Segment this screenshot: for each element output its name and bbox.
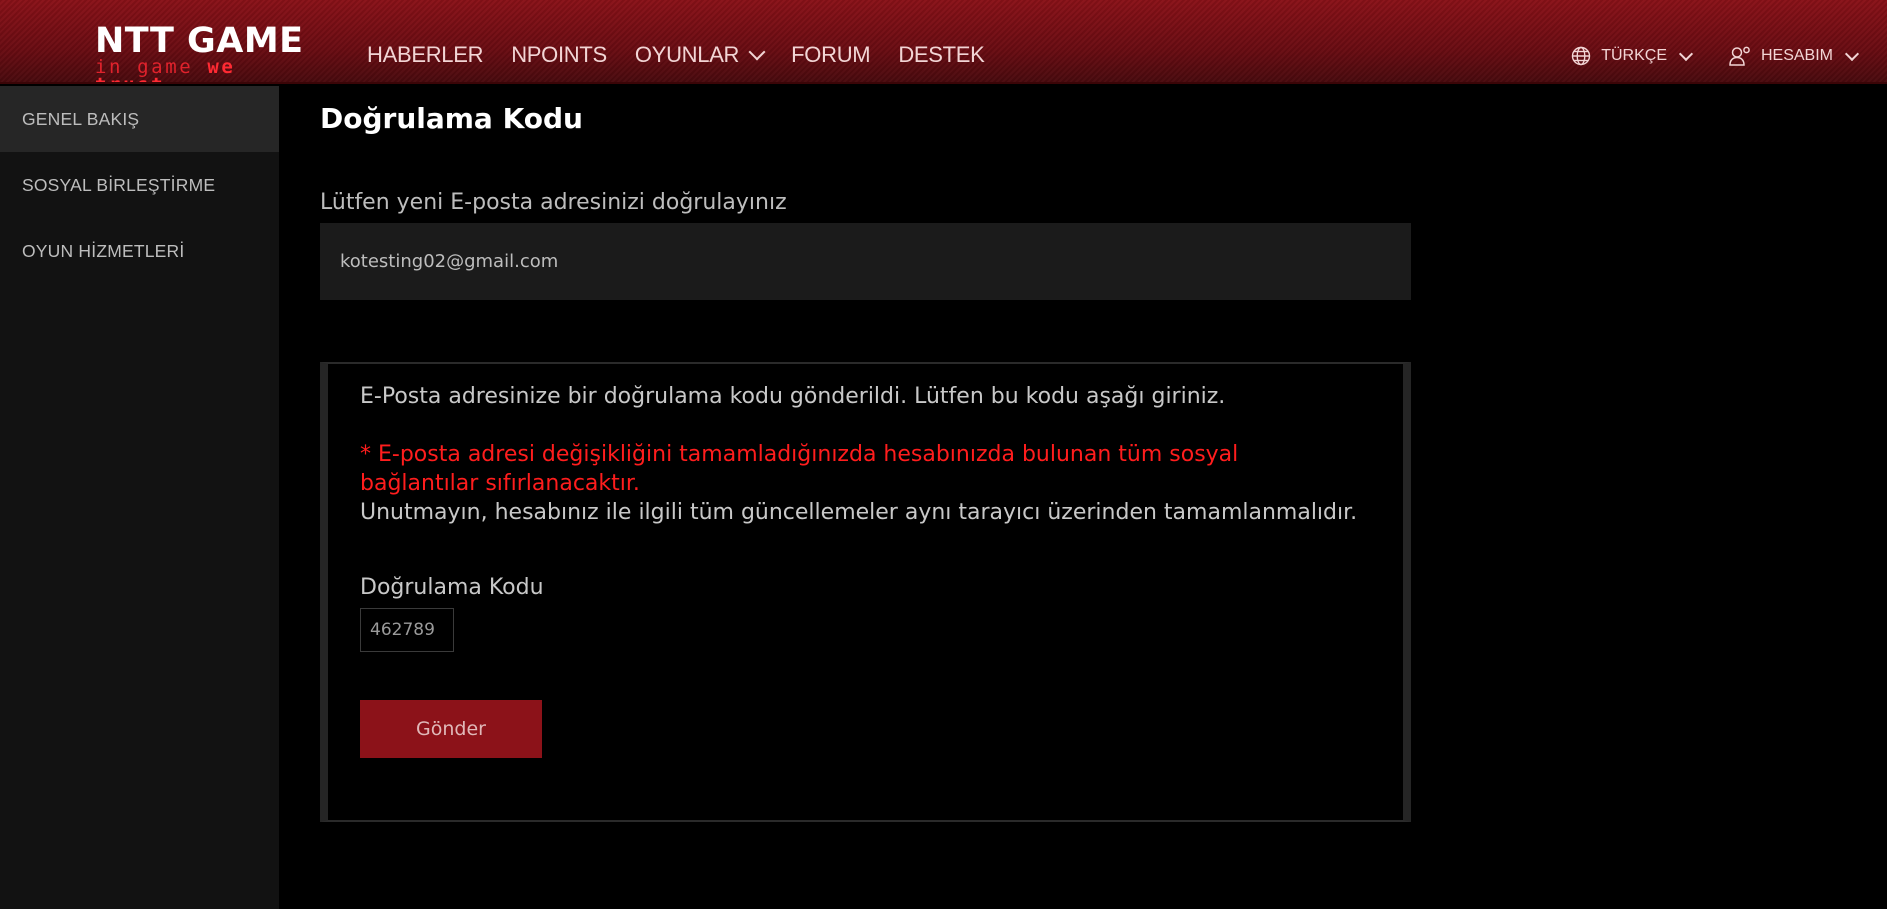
- globe-icon: [1572, 46, 1591, 66]
- account-sidebar: GENEL BAKIŞ SOSYAL BİRLEŞTİRME OYUN HİZM…: [0, 86, 279, 909]
- sidebar-item-sosyal-birlestirme[interactable]: SOSYAL BİRLEŞTİRME: [0, 152, 279, 218]
- sidebar-item-label: SOSYAL BİRLEŞTİRME: [22, 174, 216, 195]
- verification-code-input[interactable]: [360, 608, 454, 652]
- nav-label: OYUNLAR: [634, 42, 740, 67]
- panel-text: E-Posta adresinize bir doğrulama kodu gö…: [360, 382, 1360, 527]
- logo-text: NTT GAME: [95, 21, 304, 61]
- verification-code-label: Doğrulama Kodu: [360, 575, 544, 600]
- nav-haberler[interactable]: HABERLER: [367, 42, 484, 68]
- nav-forum[interactable]: FORUM: [791, 42, 870, 68]
- top-navigation-bar: NTT GAME in game we trust HABERLER NPOIN…: [0, 0, 1887, 84]
- warning-message: * E-posta adresi değişikliğini tamamladı…: [360, 442, 1239, 496]
- right-nav: TÜRKÇE HESABIM: [1533, 46, 1860, 66]
- info-message: E-Posta adresinize bir doğrulama kodu gö…: [360, 384, 1226, 409]
- sidebar-item-label: OYUN HİZMETLERİ: [22, 240, 185, 261]
- reminder-message: Unutmayın, hesabınız ile ilgili tüm günc…: [360, 500, 1358, 525]
- nav-oyunlar[interactable]: OYUNLAR: [634, 42, 766, 68]
- email-value: kotesting02@gmail.com: [340, 251, 559, 272]
- sidebar-item-oyun-hizmetleri[interactable]: OYUN HİZMETLERİ: [0, 218, 279, 284]
- verification-panel: E-Posta adresinize bir doğrulama kodu gö…: [320, 362, 1411, 822]
- main-nav: HABERLER NPOINTS OYUNLAR FORUM DESTEK: [367, 42, 1013, 68]
- logo-slogan: in game we trust: [95, 58, 315, 83]
- language-label: TÜRKÇE: [1601, 47, 1667, 64]
- page-title: Doğrulama Kodu: [320, 102, 583, 135]
- chevron-down-icon: [1844, 46, 1860, 61]
- nav-label: HABERLER: [367, 42, 484, 67]
- language-selector[interactable]: TÜRKÇE: [1571, 46, 1694, 66]
- ntt-game-logo[interactable]: NTT GAME in game we trust: [95, 21, 315, 82]
- nav-label: NPOINTS: [511, 42, 607, 67]
- nav-label: FORUM: [791, 42, 871, 67]
- nav-npoints[interactable]: NPOINTS: [511, 42, 607, 68]
- new-email-display: kotesting02@gmail.com: [320, 223, 1411, 300]
- sidebar-item-label: GENEL BAKIŞ: [22, 108, 140, 129]
- account-menu[interactable]: HESABIM: [1729, 46, 1860, 66]
- nav-destek[interactable]: DESTEK: [898, 42, 985, 68]
- user-settings-icon: [1729, 46, 1750, 66]
- account-label: HESABIM: [1760, 47, 1833, 64]
- chevron-down-icon: [748, 43, 766, 61]
- submit-button[interactable]: Gönder: [360, 700, 542, 758]
- chevron-down-icon: [1678, 46, 1694, 61]
- email-prompt: Lütfen yeni E-posta adresinizi doğrulayı…: [320, 190, 787, 215]
- nav-label: DESTEK: [898, 42, 985, 67]
- sidebar-item-genel-bakis[interactable]: GENEL BAKIŞ: [0, 86, 279, 152]
